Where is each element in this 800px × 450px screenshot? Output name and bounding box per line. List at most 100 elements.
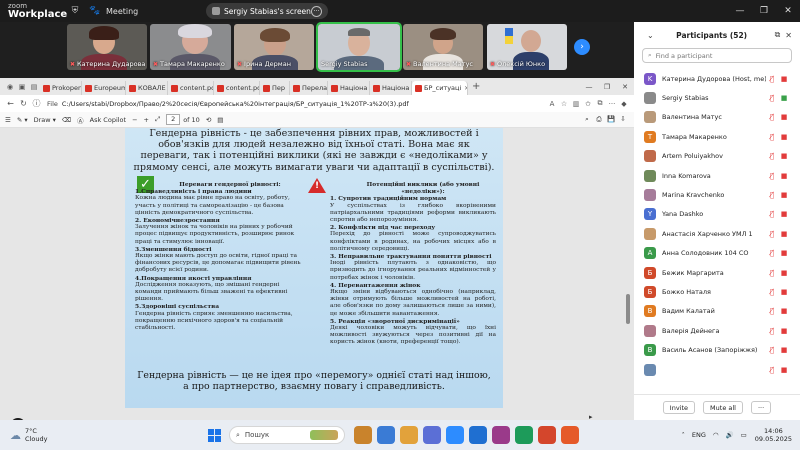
workspace-icon[interactable]: ▣ xyxy=(16,83,28,91)
participant-row[interactable]: B Вадим Калатай 🎙̸ ■ xyxy=(634,302,800,321)
page-number-input[interactable]: 2 xyxy=(166,114,181,125)
participant-row[interactable]: T Тамара Макаренко 🎙̸ ■ xyxy=(634,127,800,146)
copilot-icon[interactable]: ◆ xyxy=(618,100,630,108)
participant-row[interactable]: A Анна Солодовник 104 СО 🎙̸ ■ xyxy=(634,244,800,263)
screen-share-pill[interactable]: Sergiy Stabias's screen ··· xyxy=(206,3,328,19)
participant-row[interactable]: Sergiy Stabias 🎙̸ ■ xyxy=(634,88,800,107)
participant-row[interactable]: Marina Kravchenko 🎙̸ ■ xyxy=(634,185,800,204)
participant-row[interactable]: Валентина Матус 🎙̸ ■ xyxy=(634,108,800,127)
word-icon[interactable] xyxy=(469,426,487,444)
participant-row[interactable]: Валерія Дейнега 🎙̸ ■ xyxy=(634,321,800,340)
video-tile[interactable]: ✖ Тамара Макаренко xyxy=(150,24,231,70)
language-indicator[interactable]: ENG xyxy=(692,431,706,439)
collapse-icon[interactable]: ⌄ xyxy=(647,31,654,40)
browser-tab[interactable]: Націона xyxy=(370,81,412,95)
mic-muted-icon[interactable]: 🎙̸ xyxy=(766,327,778,335)
video-off-icon[interactable]: ■ xyxy=(778,191,790,199)
profile-icon[interactable]: ◉ xyxy=(4,83,16,91)
highlight-icon[interactable]: ✎ ▾ xyxy=(17,116,28,124)
participant-row[interactable]: Б Божко Наталя 🎙̸ ■ xyxy=(634,282,800,301)
viber-icon[interactable] xyxy=(492,426,510,444)
video-off-icon[interactable]: ■ xyxy=(778,210,790,218)
participant-row[interactable]: Анастасія Харченко УМЛ 1 🎙̸ ■ xyxy=(634,224,800,243)
new-tab-button[interactable]: + xyxy=(472,81,480,92)
minimize-button[interactable]: — xyxy=(728,6,752,16)
store-icon[interactable] xyxy=(561,426,579,444)
participant-row[interactable]: 🎙̸ ■ xyxy=(634,360,800,379)
next-videos-button[interactable]: › xyxy=(574,39,590,55)
zoom-icon[interactable] xyxy=(446,426,464,444)
browser-tab[interactable]: Europeum xyxy=(82,81,126,95)
browser-tab[interactable]: КОВАЛЕ xyxy=(126,81,168,95)
shield-icon[interactable]: ⛨ xyxy=(68,4,82,18)
close-panel-icon[interactable]: ✕ xyxy=(785,31,792,40)
participant-row[interactable]: Inna Komarova 🎙̸ ■ xyxy=(634,166,800,185)
pdf-viewer[interactable]: Гендерна рівність - це забезпечення рівн… xyxy=(0,128,634,420)
volume-icon[interactable]: 🔊 xyxy=(726,431,734,439)
video-off-icon[interactable]: ■ xyxy=(778,152,790,160)
print-icon[interactable]: ⎙ xyxy=(593,115,605,124)
mic-muted-icon[interactable]: 🎙̸ xyxy=(766,249,778,257)
browser-tab[interactable]: Націона xyxy=(328,81,370,95)
mic-muted-icon[interactable]: 🎙̸ xyxy=(766,210,778,218)
mic-muted-icon[interactable]: 🎙̸ xyxy=(766,172,778,180)
save-icon[interactable]: 💾 xyxy=(605,115,617,124)
mic-muted-icon[interactable]: 🎙̸ xyxy=(766,366,778,374)
clock[interactable]: 14:06 09.05.2025 xyxy=(755,427,792,443)
video-tile[interactable]: ✖ Олексій Юнко xyxy=(487,24,567,70)
mic-muted-icon[interactable]: 🎙̸ xyxy=(766,75,778,83)
video-off-icon[interactable]: ■ xyxy=(778,249,790,257)
video-off-icon[interactable]: ■ xyxy=(778,346,790,354)
tray-chevron-icon[interactable]: ˄ xyxy=(682,431,685,439)
mic-muted-icon[interactable]: 🎙̸ xyxy=(766,152,778,160)
refresh-icon[interactable]: ↻ xyxy=(17,99,30,108)
mic-muted-icon[interactable]: 🎙̸ xyxy=(766,94,778,102)
draw-button[interactable]: Draw ▾ xyxy=(34,116,56,124)
browser-tab[interactable]: Prokopenk xyxy=(40,81,82,95)
find-participant-box[interactable]: ⌕ xyxy=(642,48,792,63)
chrome-icon[interactable] xyxy=(515,426,533,444)
video-off-icon[interactable]: ■ xyxy=(778,75,790,83)
text-icon[interactable]: Ⓐ xyxy=(77,115,84,125)
more-options-icon[interactable]: ··· xyxy=(311,5,322,17)
participant-row[interactable]: Y Yana Dashko 🎙̸ ■ xyxy=(634,205,800,224)
video-off-icon[interactable]: ■ xyxy=(778,288,790,296)
video-off-icon[interactable]: ■ xyxy=(778,269,790,277)
wifi-icon[interactable]: ◠ xyxy=(713,431,719,439)
close-tab-icon[interactable]: ✕ xyxy=(464,85,467,92)
participant-row[interactable]: B Василь Асанов (Запоріжжя) 🎙̸ ■ xyxy=(634,340,800,359)
read-aloud-icon[interactable]: A xyxy=(546,100,558,108)
video-off-icon[interactable]: ■ xyxy=(778,113,790,121)
mic-muted-icon[interactable]: 🎙̸ xyxy=(766,288,778,296)
scrollbar-thumb[interactable] xyxy=(626,294,630,324)
maximize-button[interactable]: ❐ xyxy=(752,6,776,16)
weather-widget[interactable]: ☁ 7°C Cloudy xyxy=(0,427,47,443)
invite-button[interactable]: Invite xyxy=(662,401,696,414)
info-icon[interactable]: ⓘ xyxy=(30,98,43,109)
pdf-scrollbar[interactable] xyxy=(626,132,630,412)
tab-actions-icon[interactable]: ▤ xyxy=(28,83,40,91)
mute-all-button[interactable]: Mute all xyxy=(703,401,743,414)
mic-muted-icon[interactable]: 🎙̸ xyxy=(766,346,778,354)
mic-muted-icon[interactable]: 🎙̸ xyxy=(766,113,778,121)
browser-tab-active[interactable]: БР_ситуаці✕ xyxy=(412,81,468,95)
teams-icon[interactable] xyxy=(423,426,441,444)
zoom-out-icon[interactable]: − xyxy=(132,116,137,124)
edge-icon[interactable] xyxy=(377,426,395,444)
fit-page-icon[interactable]: ⤢ xyxy=(155,115,160,124)
ask-copilot-button[interactable]: Ask Copilot xyxy=(90,116,126,124)
mic-muted-icon[interactable]: 🎙̸ xyxy=(766,307,778,315)
video-off-icon[interactable]: ■ xyxy=(778,366,790,374)
participant-row[interactable]: Б Бежик Маргарита 🎙̸ ■ xyxy=(634,263,800,282)
close-button[interactable]: ✕ xyxy=(776,6,800,16)
collections-icon[interactable]: ⧉ xyxy=(594,99,606,108)
find-participant-input[interactable] xyxy=(655,51,776,60)
more-button[interactable]: ··· xyxy=(750,401,772,414)
address-url[interactable]: C:/Users/stabi/Dropbox/Право/2%20сесія/Є… xyxy=(62,100,546,108)
participant-row[interactable]: Artem Poluiyakhov 🎙̸ ■ xyxy=(634,147,800,166)
video-on-icon[interactable]: ■ xyxy=(778,94,790,102)
mic-muted-icon[interactable]: 🎙̸ xyxy=(766,269,778,277)
browser-close-button[interactable]: ✕ xyxy=(616,83,634,91)
mic-muted-icon[interactable]: 🎙̸ xyxy=(766,191,778,199)
zoom-in-icon[interactable]: + xyxy=(144,116,149,124)
